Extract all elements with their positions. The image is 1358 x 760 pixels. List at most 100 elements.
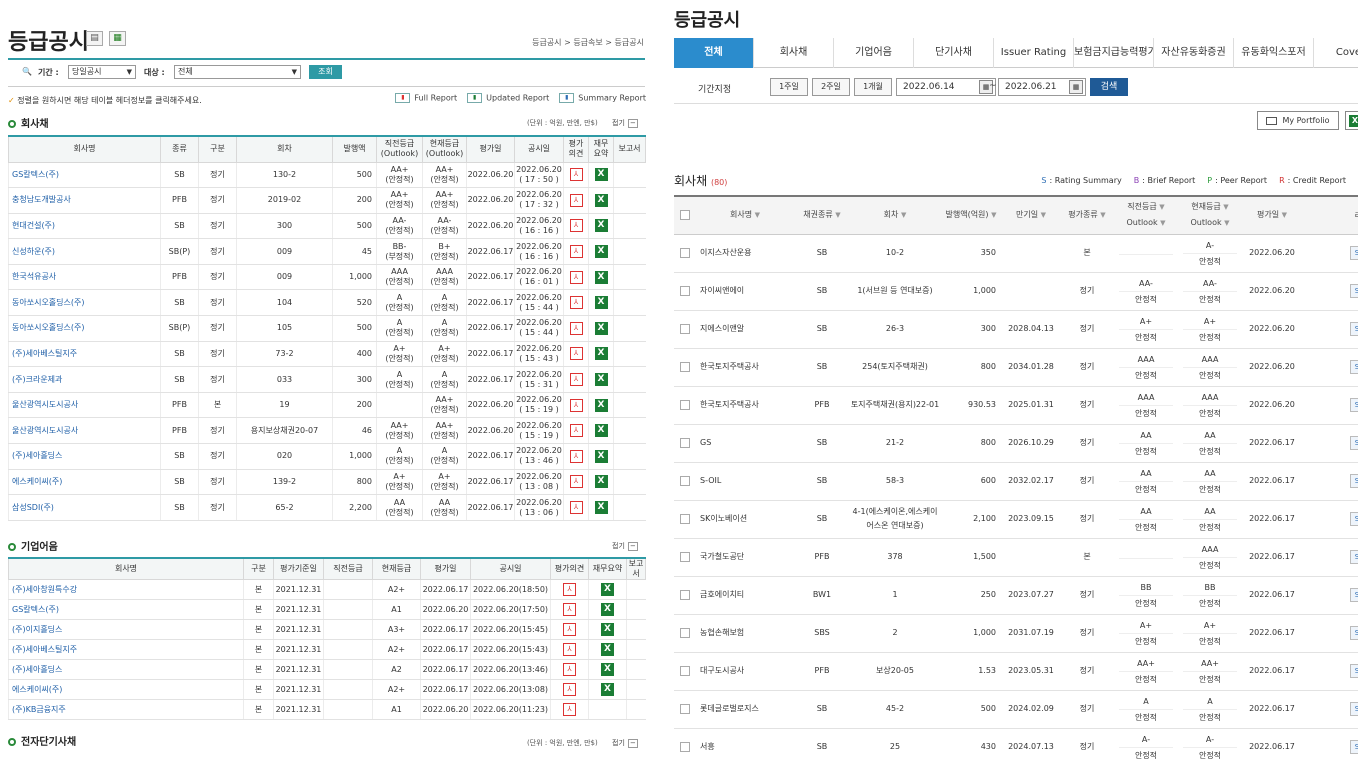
pdf-icon[interactable]: ⅄ <box>563 238 589 265</box>
rating-summary-icon[interactable]: S <box>1350 360 1358 374</box>
excel-icon[interactable]: X <box>588 315 614 342</box>
report-cell[interactable]: S <box>1302 424 1358 463</box>
checkbox[interactable] <box>680 627 690 638</box>
report-cell[interactable]: S <box>1302 500 1358 539</box>
company-link[interactable]: 동아쏘시오홀딩스(주) <box>8 315 161 342</box>
company-link[interactable]: (주)세아홀딩스 <box>8 443 161 470</box>
column-header[interactable]: 평가일 <box>420 557 471 580</box>
excel-icon[interactable]: X <box>594 373 608 387</box>
row-checkbox-cell[interactable] <box>674 348 696 387</box>
excel-icon[interactable]: X <box>601 603 614 616</box>
pdf-icon[interactable]: ⅄ <box>569 296 583 310</box>
column-header[interactable]: 평가의견 <box>550 557 589 580</box>
pdf-icon[interactable]: ⅄ <box>569 424 583 438</box>
pdf-icon[interactable]: ⅄ <box>569 245 583 259</box>
pdf-icon[interactable]: ⅄ <box>563 683 576 696</box>
column-header[interactable]: 직전등급 <box>323 557 373 580</box>
pdf-icon[interactable]: ⅄ <box>563 187 589 214</box>
excel-icon[interactable]: X <box>588 619 627 640</box>
column-header[interactable]: 회사명 ▼ <box>696 196 794 235</box>
excel-icon[interactable]: X <box>588 639 627 660</box>
calendar-icon[interactable]: ▦ <box>1069 80 1083 94</box>
excel-icon[interactable]: X <box>594 449 608 463</box>
column-header[interactable]: 재무요약 <box>588 557 627 580</box>
excel-icon[interactable]: X <box>594 347 608 361</box>
report-cell[interactable]: S <box>1302 310 1358 349</box>
search-button[interactable]: 검색 <box>1090 78 1128 96</box>
pdf-icon[interactable]: ⅄ <box>569 501 583 515</box>
company-name[interactable]: 롯데글로벌로지스 <box>696 690 794 729</box>
checkbox[interactable] <box>680 741 690 752</box>
checkbox[interactable] <box>680 513 690 524</box>
excel-icon[interactable]: X <box>594 398 608 412</box>
rating-summary-icon[interactable]: S <box>1350 512 1358 526</box>
excel-icon[interactable] <box>588 699 627 720</box>
excel-icon[interactable]: X <box>594 296 608 310</box>
my-portfolio-button[interactable]: My Portfolio <box>1257 111 1339 130</box>
pdf-icon[interactable]: ⅄ <box>563 703 576 716</box>
rating-summary-icon[interactable]: S <box>1350 436 1358 450</box>
column-header[interactable]: 보고서 <box>626 557 646 580</box>
rating-summary-icon[interactable]: S <box>1350 398 1358 412</box>
checkbox[interactable] <box>680 437 690 448</box>
row-checkbox-cell[interactable] <box>674 424 696 463</box>
checkbox[interactable] <box>680 665 690 676</box>
checkbox[interactable] <box>680 475 690 486</box>
row-checkbox-cell[interactable] <box>674 538 696 577</box>
period-2week-button[interactable]: 2주일 <box>812 78 850 96</box>
company-link[interactable]: 울산광역시도시공사 <box>8 392 161 419</box>
company-name[interactable]: 서흥 <box>696 728 794 760</box>
report-cell[interactable]: S <box>1302 538 1358 577</box>
excel-icon[interactable]: X <box>588 366 614 393</box>
column-header[interactable]: 회사명 <box>8 135 161 163</box>
period-1month-button[interactable]: 1개월 <box>854 78 892 96</box>
company-link[interactable]: (주)세아베스틸지주 <box>8 639 244 660</box>
excel-icon[interactable]: X <box>588 579 627 600</box>
column-header[interactable]: 보고서 <box>613 135 646 163</box>
report-cell[interactable]: S <box>1302 234 1358 273</box>
company-link[interactable]: 신성하운(주) <box>8 238 161 265</box>
excel-icon[interactable]: X <box>594 501 608 515</box>
pdf-icon[interactable]: ⅄ <box>550 619 589 640</box>
pdf-icon[interactable]: ⅄ <box>569 321 583 335</box>
report-cell[interactable]: S <box>1302 614 1358 653</box>
print-icon[interactable]: ▤ <box>86 31 103 46</box>
company-name[interactable]: 국가철도공단 <box>696 538 794 577</box>
checkbox[interactable] <box>680 703 690 714</box>
pdf-icon[interactable]: ⅄ <box>550 699 589 720</box>
checkbox[interactable] <box>680 551 690 562</box>
pdf-icon[interactable]: ⅄ <box>563 643 576 656</box>
checkbox[interactable] <box>680 247 690 258</box>
column-header[interactable]: 회차 ▼ <box>850 196 940 235</box>
excel-icon[interactable]: X <box>594 270 608 284</box>
column-header[interactable]: 회차 <box>236 135 333 163</box>
column-header[interactable]: 발행액 <box>332 135 377 163</box>
company-name[interactable]: 이지스자산운용 <box>696 234 794 273</box>
column-header[interactable]: 현재등급 ▼ Outlook ▼ <box>1178 196 1242 235</box>
rating-summary-icon[interactable]: S <box>1350 322 1358 336</box>
checkbox[interactable] <box>680 323 690 334</box>
search-button[interactable]: 조회 <box>309 65 342 79</box>
tab-item[interactable]: 유동화익스포저 <box>1234 38 1314 68</box>
row-checkbox-cell[interactable] <box>674 386 696 425</box>
row-checkbox-cell[interactable] <box>674 652 696 691</box>
pdf-icon[interactable]: ⅄ <box>569 449 583 463</box>
tab-item[interactable]: 보험금지급능력평가 <box>1074 38 1154 68</box>
column-header[interactable]: 만기일 ▼ <box>1002 196 1060 235</box>
excel-icon[interactable]: X <box>594 245 608 259</box>
rating-summary-icon[interactable]: S <box>1350 474 1358 488</box>
pdf-icon[interactable]: ⅄ <box>550 599 589 620</box>
pdf-icon[interactable]: ⅄ <box>550 639 589 660</box>
column-header[interactable]: 평가기준일 <box>273 557 324 580</box>
company-name[interactable]: 금호에이치티 <box>696 576 794 615</box>
column-header[interactable]: 평가일 ▼ <box>1242 196 1302 235</box>
rating-summary-icon[interactable]: S <box>1350 588 1358 602</box>
excel-icon[interactable]: X <box>588 162 614 189</box>
pdf-icon[interactable]: ⅄ <box>563 469 589 496</box>
pdf-icon[interactable]: ⅄ <box>569 219 583 233</box>
tab-item[interactable]: 자산유동화증권 <box>1154 38 1234 68</box>
row-checkbox-cell[interactable] <box>674 462 696 501</box>
pdf-icon[interactable]: ⅄ <box>569 168 583 182</box>
checkbox[interactable] <box>680 361 690 372</box>
row-checkbox-cell[interactable] <box>674 728 696 760</box>
